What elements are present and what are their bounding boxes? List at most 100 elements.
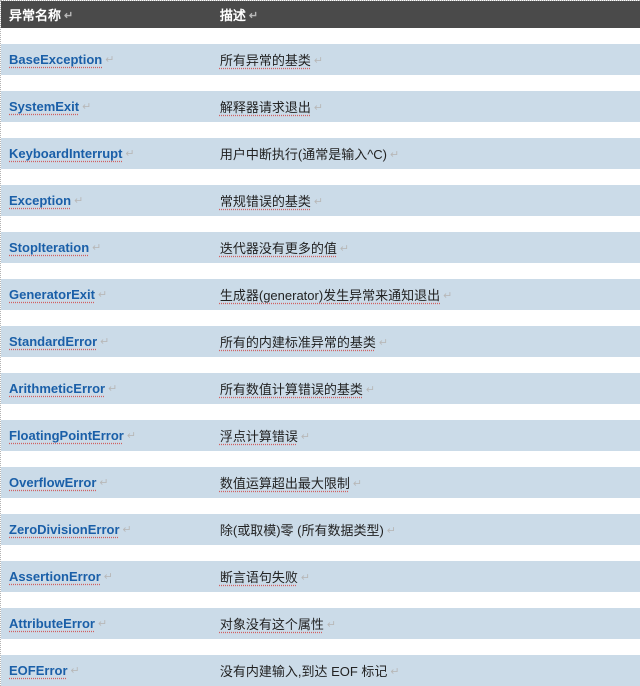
return-icon: ↵	[327, 618, 336, 631]
exception-name: KeyboardInterrupt	[9, 146, 122, 161]
table-gap-row	[1, 216, 640, 232]
return-icon: ↵	[301, 571, 310, 584]
exception-desc-cell: 所有的内建标准异常的基类↵	[212, 326, 640, 357]
table-row: ZeroDivisionError↵除(或取模)零 (所有数据类型)↵	[1, 514, 640, 545]
exception-name: OverflowError	[9, 475, 96, 490]
table-gap-row	[1, 357, 640, 373]
exception-name-cell: StandardError↵	[1, 326, 212, 357]
return-icon: ↵	[125, 147, 134, 160]
return-icon: ↵	[390, 148, 399, 161]
table-gap-row	[1, 169, 640, 185]
exception-desc: 除(或取模)零 (所有数据类型)	[220, 523, 384, 538]
return-icon: ↵	[314, 101, 323, 114]
return-icon: ↵	[301, 430, 310, 443]
exception-desc: 迭代器没有更多的值	[220, 241, 337, 256]
table-gap-row	[1, 28, 640, 44]
exception-desc-cell: 断言语句失败↵	[212, 561, 640, 592]
header-name: 异常名称↵	[1, 1, 212, 28]
table-gap-row	[1, 404, 640, 420]
exception-desc-cell: 数值运算超出最大限制↵	[212, 467, 640, 498]
table-row: FloatingPointError↵浮点计算错误↵	[1, 420, 640, 451]
exception-name-cell: AttributeError↵	[1, 608, 212, 639]
exception-desc: 对象没有这个属性	[220, 617, 324, 632]
exception-desc-cell: 所有异常的基类↵	[212, 44, 640, 75]
return-icon: ↵	[379, 336, 388, 349]
exception-name-cell: StopIteration↵	[1, 232, 212, 263]
exception-desc-cell: 浮点计算错误↵	[212, 420, 640, 451]
exception-name: SystemExit	[9, 99, 79, 114]
exception-name-cell: FloatingPointError↵	[1, 420, 212, 451]
table-row: AttributeError↵对象没有这个属性↵	[1, 608, 640, 639]
exception-name: AttributeError	[9, 616, 95, 631]
exception-name: BaseException	[9, 52, 102, 67]
header-desc-text: 描述	[220, 8, 246, 23]
exception-desc-cell: 解释器请求退出↵	[212, 91, 640, 122]
exception-desc-cell: 对象没有这个属性↵	[212, 608, 640, 639]
exception-name-cell: AssertionError↵	[1, 561, 212, 592]
exception-name: StandardError	[9, 334, 97, 349]
exception-name-cell: EOFError↵	[1, 655, 212, 686]
table-gap-row	[1, 451, 640, 467]
return-icon: ↵	[249, 9, 258, 22]
return-icon: ↵	[108, 382, 117, 395]
exception-name-cell: ZeroDivisionError↵	[1, 514, 212, 545]
table-row: SystemExit ↵解释器请求退出↵	[1, 91, 640, 122]
exception-name-cell: GeneratorExit↵	[1, 279, 212, 310]
table-gap-row	[1, 545, 640, 561]
table-gap-row	[1, 592, 640, 608]
exception-name-cell: Exception↵	[1, 185, 212, 216]
exception-name: EOFError	[9, 663, 68, 678]
return-icon: ↵	[123, 523, 132, 536]
table-row: StopIteration↵迭代器没有更多的值↵	[1, 232, 640, 263]
table-row: BaseException↵ 所有异常的基类↵	[1, 44, 640, 75]
exception-desc-cell: 迭代器没有更多的值↵	[212, 232, 640, 263]
table-gap-row	[1, 498, 640, 514]
return-icon: ↵	[340, 242, 349, 255]
exception-name: Exception	[9, 193, 71, 208]
return-icon: ↵	[353, 477, 362, 490]
return-icon: ↵	[387, 524, 396, 537]
table-header-row: 异常名称↵ 描述↵	[1, 1, 640, 28]
return-icon: ↵	[98, 617, 107, 630]
table-row: GeneratorExit↵生成器(generator)发生异常来通知退出↵	[1, 279, 640, 310]
table-row: OverflowError↵数值运算超出最大限制↵	[1, 467, 640, 498]
return-icon: ↵	[443, 289, 452, 302]
exception-desc-cell: 没有内建输入,到达 EOF 标记↵	[212, 655, 640, 686]
return-icon: ↵	[105, 53, 114, 66]
table-row: StandardError↵所有的内建标准异常的基类↵	[1, 326, 640, 357]
exception-name-cell: ArithmeticError↵	[1, 373, 212, 404]
exception-desc: 所有的内建标准异常的基类	[220, 335, 376, 350]
return-icon: ↵	[98, 288, 107, 301]
exception-desc: 数值运算超出最大限制	[220, 476, 350, 491]
return-icon: ↵	[100, 335, 109, 348]
exception-desc: 用户中断执行(通常是输入^C)	[220, 147, 387, 162]
exception-desc-cell: 常规错误的基类↵	[212, 185, 640, 216]
return-icon: ↵	[127, 429, 136, 442]
exception-desc: 断言语句失败	[220, 570, 298, 585]
return-icon: ↵	[74, 194, 83, 207]
exception-name-cell: OverflowError↵	[1, 467, 212, 498]
exception-name: StopIteration	[9, 240, 89, 255]
table-row: EOFError↵没有内建输入,到达 EOF 标记↵	[1, 655, 640, 686]
header-name-text: 异常名称	[9, 8, 61, 23]
table-gap-row	[1, 639, 640, 655]
exception-desc: 所有数值计算错误的基类	[220, 382, 363, 397]
exception-desc-cell: 用户中断执行(通常是输入^C)↵	[212, 138, 640, 169]
table-row: AssertionError↵断言语句失败↵	[1, 561, 640, 592]
table-row: ArithmeticError↵所有数值计算错误的基类↵	[1, 373, 640, 404]
table-row: KeyboardInterrupt↵用户中断执行(通常是输入^C)↵	[1, 138, 640, 169]
exception-desc: 所有异常的基类	[220, 53, 311, 68]
exception-desc: 解释器请求退出	[220, 100, 311, 115]
return-icon: ↵	[71, 664, 80, 677]
table-gap-row	[1, 263, 640, 279]
table-gap-row	[1, 122, 640, 138]
header-desc: 描述↵	[212, 1, 640, 28]
exception-name: ArithmeticError	[9, 381, 105, 396]
exception-name-cell: KeyboardInterrupt↵	[1, 138, 212, 169]
exceptions-table: 异常名称↵ 描述↵ BaseException↵所有异常的基类↵SystemEx…	[1, 1, 640, 686]
return-icon: ↵	[64, 9, 73, 22]
return-icon: ↵	[104, 570, 113, 583]
return-icon: ↵	[99, 476, 108, 489]
exception-desc-cell: 所有数值计算错误的基类↵	[212, 373, 640, 404]
return-icon: ↵	[314, 195, 323, 208]
